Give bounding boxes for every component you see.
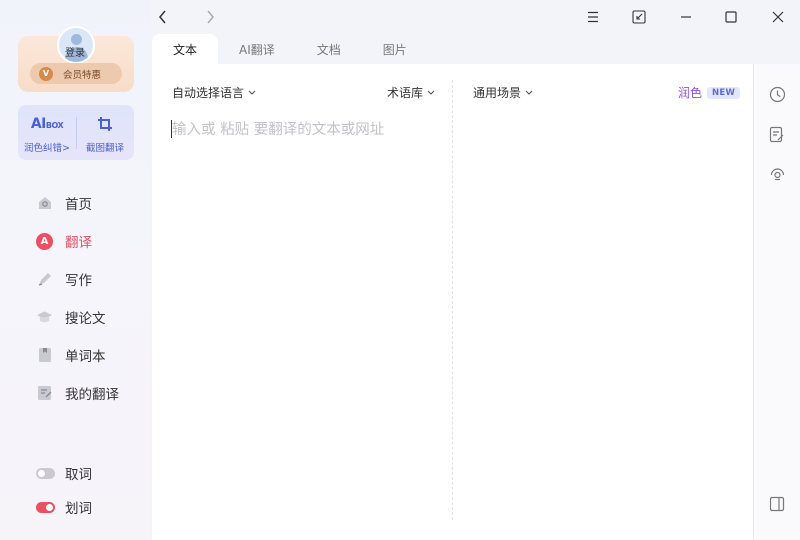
mortarboard-icon xyxy=(36,309,53,326)
select-translate-toggle[interactable] xyxy=(36,501,55,513)
forward-button[interactable] xyxy=(200,8,220,26)
polish-correct-label: 润色纠错> xyxy=(24,143,70,154)
vip-offer-label: 会员特惠 xyxy=(63,69,102,81)
support-button[interactable] xyxy=(767,163,787,183)
nav-item-translate[interactable]: A 翻译 xyxy=(36,222,119,260)
vip-offer-button[interactable]: V 会员特惠 xyxy=(30,63,122,84)
word-pick-label: 取词 xyxy=(65,467,92,483)
main-nav: 首页 A 翻译 写作 搜论文 单词本 我的翻译 xyxy=(36,184,119,412)
right-rail xyxy=(753,64,800,540)
screenshot-translate-button[interactable]: 截图翻译 xyxy=(76,113,134,154)
mini-mode-button[interactable] xyxy=(627,6,651,28)
headset-icon xyxy=(770,167,784,180)
chevron-down-icon xyxy=(525,90,533,96)
word-pick-toggle-row[interactable]: 取词 xyxy=(36,456,92,490)
mode-tabs: 文本 AI翻译 文档 图片 xyxy=(152,34,428,64)
text-cursor xyxy=(171,120,172,138)
my-translation-icon xyxy=(36,385,53,402)
nav-item-wordbook[interactable]: 单词本 xyxy=(36,336,119,374)
select-translate-label: 划词 xyxy=(65,501,92,517)
minimize-button[interactable] xyxy=(674,6,698,28)
side-panel-icon xyxy=(769,496,785,512)
polish-label: 润色 xyxy=(678,86,703,100)
toggle-panel-button[interactable] xyxy=(767,494,787,514)
pen-icon xyxy=(36,271,53,288)
tab-text[interactable]: 文本 xyxy=(152,34,219,64)
close-icon xyxy=(772,11,784,23)
sidebar: 登录 V 会员特惠 AIBOX 润色纠错> 截图翻译 首页 A 翻译 写作 搜论… xyxy=(0,0,150,540)
chevron-left-icon xyxy=(159,10,166,24)
close-button[interactable] xyxy=(766,6,790,28)
hamburger-icon xyxy=(588,11,598,23)
ai-box-polish-button[interactable]: AIBOX 润色纠错> xyxy=(18,113,76,154)
source-language-select[interactable]: 自动选择语言 xyxy=(172,84,256,101)
login-label[interactable]: 登录 xyxy=(0,44,150,59)
notebook-icon xyxy=(36,347,53,364)
home-icon xyxy=(36,195,53,212)
pane-divider xyxy=(452,80,453,520)
shrink-window-icon xyxy=(632,10,646,24)
maximize-icon xyxy=(725,11,737,23)
maximize-button[interactable] xyxy=(719,6,743,28)
word-pick-toggle[interactable] xyxy=(36,467,55,479)
nav-item-write[interactable]: 写作 xyxy=(36,260,119,298)
new-badge: NEW xyxy=(707,86,741,99)
translate-icon: A xyxy=(36,232,53,250)
tool-card: AIBOX 润色纠错> 截图翻译 xyxy=(18,105,134,160)
back-button[interactable] xyxy=(153,8,173,26)
nav-item-my-translations[interactable]: 我的翻译 xyxy=(36,374,119,412)
translator-panel: 自动选择语言 术语库 通用场景 润色 NEW xyxy=(152,64,753,540)
edit-note-icon xyxy=(769,126,784,142)
chevron-down-icon xyxy=(248,90,256,96)
polish-button[interactable]: 润色 NEW xyxy=(678,84,741,101)
glossary-select[interactable]: 术语库 xyxy=(387,84,435,101)
nav-item-home[interactable]: 首页 xyxy=(36,184,119,222)
clock-icon xyxy=(769,86,785,102)
title-bar xyxy=(150,0,800,34)
chevron-right-icon xyxy=(207,10,214,24)
screenshot-translate-label: 截图翻译 xyxy=(85,143,124,154)
tab-ai-translate[interactable]: AI翻译 xyxy=(218,34,296,64)
bottom-toggles: 取词 划词 xyxy=(36,456,92,524)
select-translate-toggle-row[interactable]: 划词 xyxy=(36,490,92,524)
tab-document[interactable]: 文档 xyxy=(296,34,362,64)
vip-crown-icon: V xyxy=(39,66,53,81)
chevron-down-icon xyxy=(427,90,435,96)
notes-button[interactable] xyxy=(767,124,787,144)
source-text-input[interactable] xyxy=(172,118,434,498)
nav-item-papers[interactable]: 搜论文 xyxy=(36,298,119,336)
tab-image[interactable]: 图片 xyxy=(362,34,428,64)
scene-select[interactable]: 通用场景 xyxy=(473,84,533,101)
minimize-icon xyxy=(681,16,691,18)
crop-icon xyxy=(76,113,134,135)
history-button[interactable] xyxy=(767,84,787,104)
ai-box-logo: AIBOX xyxy=(30,116,64,132)
menu-button[interactable] xyxy=(581,6,605,28)
